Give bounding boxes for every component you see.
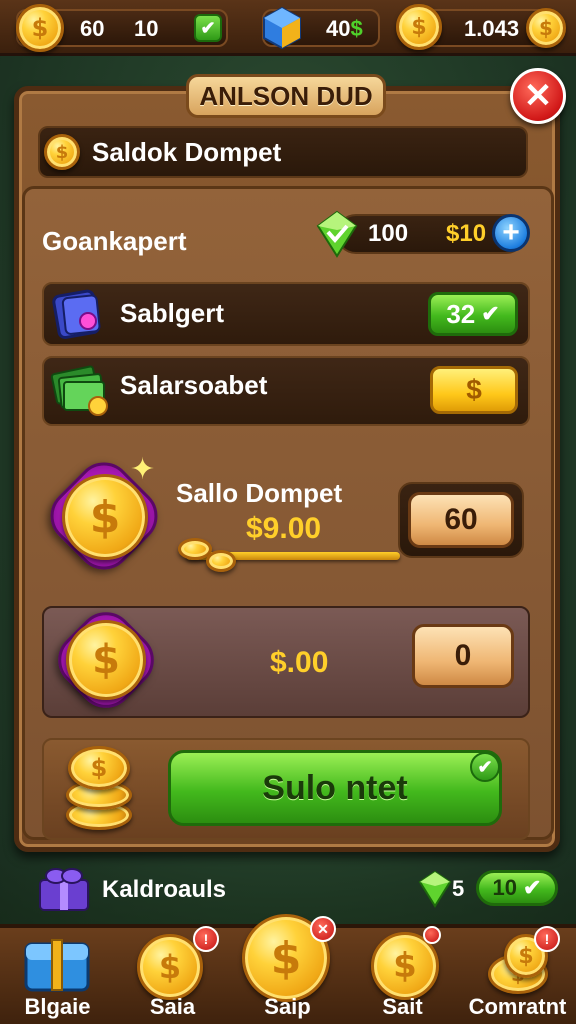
nav-label: Saip [264, 994, 311, 1019]
plus-icon: + [502, 216, 520, 249]
nav-item-1[interactable]: $ ! Saia [115, 926, 230, 1024]
section-price: $10 [446, 220, 487, 247]
check-icon: ✔ [481, 301, 500, 326]
nav-label: Sait [382, 994, 423, 1019]
notification-badge: ! [534, 926, 560, 952]
count-value: 10 [134, 16, 159, 41]
second-button[interactable]: 0 [412, 624, 514, 688]
list-item-button[interactable]: 32 ✔ [428, 292, 518, 336]
nav-label: Comratnt [468, 994, 567, 1019]
footer-pill[interactable]: 10 ✔ [476, 870, 558, 906]
list-item-button-value: 32 [446, 298, 476, 329]
cash-stack-icon [50, 360, 112, 420]
add-button[interactable]: + [492, 214, 530, 252]
balance-amount: $9.00 [246, 512, 322, 545]
gems-suffix: $ [350, 16, 363, 41]
nav-label: Blgaie [24, 994, 91, 1019]
chest-icon [22, 932, 92, 994]
footer-gem-count: 5 [452, 876, 465, 901]
balance-button[interactable]: 60 [408, 492, 514, 548]
notification-badge [423, 926, 441, 944]
list-item-label: Salarsoabet [120, 370, 268, 400]
nav-item-4[interactable]: $ $ ! Comratnt [460, 926, 575, 1024]
second-amount: $.00 [270, 646, 329, 679]
nav-item-0[interactable]: Blgaie [0, 928, 115, 1024]
check-icon: ✔ [523, 875, 542, 900]
section-value: 100 [368, 220, 409, 247]
coin-icon: $ [68, 746, 130, 790]
list-item-label: Sablgert [120, 298, 225, 328]
dialog-title: ANLSON DUD [186, 74, 386, 118]
wallet-label: Saldok Dompet [92, 137, 282, 167]
notification-badge: ✕ [310, 916, 336, 942]
main-action-label: Sulo ntet [262, 768, 408, 807]
gem-icon [418, 870, 452, 908]
coin-icon[interactable]: $ [526, 8, 566, 48]
nav-item-2[interactable]: $ ✕ Saip [230, 914, 345, 1024]
coin-icon: $ [396, 4, 442, 50]
sparkle-icon: ✦ [130, 453, 156, 486]
section-label: Goankapert [42, 226, 187, 256]
wallet-book-icon [50, 285, 106, 341]
nav-item-3[interactable]: $ Sait [345, 926, 460, 1024]
list-item-button[interactable]: $ [430, 366, 518, 414]
nav-label: Saia [149, 994, 196, 1019]
close-button[interactable]: ✕ [510, 68, 566, 124]
main-action-button[interactable]: Sulo ntet [168, 750, 502, 826]
footer-item-label[interactable]: Kaldroauls [102, 876, 226, 904]
gems-value: 40$ [326, 16, 363, 42]
footer-pill-value: 10 [492, 875, 518, 900]
gems-number: 40 [326, 16, 351, 41]
check-icon: ✔ [470, 752, 500, 782]
close-icon: ✕ [523, 77, 553, 115]
balance-title: Sallo Dompet [176, 478, 343, 508]
gem-box-icon [262, 6, 302, 50]
coins-value: 60 [80, 16, 105, 41]
gem-icon [316, 210, 358, 258]
gift-icon [34, 864, 94, 914]
top-bar: $ 60 10 ✔ 40$ $ 1.043 $ [0, 0, 576, 56]
coin-stack-icon [206, 550, 236, 572]
balance-value: 1.043 [464, 16, 520, 41]
coin-icon: $ [66, 620, 146, 700]
check-icon[interactable]: ✔ [194, 14, 222, 42]
bottom-nav: Blgaie $ ! Saia $ ✕ Saip $ Sait $ $ ! Co… [0, 914, 576, 1024]
notification-badge: ! [193, 926, 219, 952]
coin-icon: $ [16, 4, 64, 52]
coin-icon: $ [44, 134, 80, 170]
